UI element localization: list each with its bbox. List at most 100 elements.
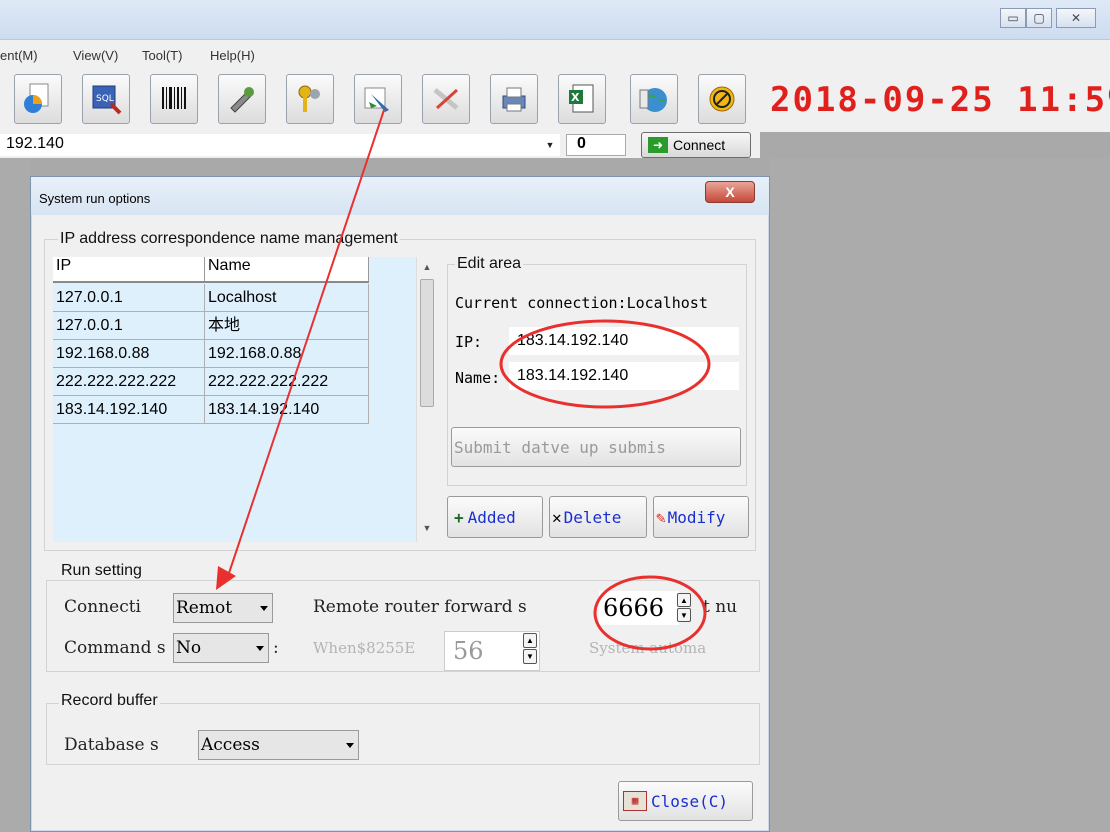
- scroll-down-icon[interactable]: ▼: [420, 521, 434, 535]
- svg-text:SQL: SQL: [96, 94, 114, 104]
- pie-chart-button[interactable]: [14, 74, 62, 124]
- chevron-down-icon: [260, 606, 268, 611]
- globe-icon: [639, 88, 667, 112]
- arrow-right-icon: ➜: [648, 137, 668, 153]
- submit-button[interactable]: Submit datve up submis: [451, 427, 741, 467]
- table-cell[interactable]: 183.14.192.140: [205, 396, 369, 424]
- pen-edit-icon: [364, 87, 389, 112]
- remote-port-input[interactable]: 6666: [599, 591, 679, 625]
- record-buffer-label: Record buffer: [59, 692, 160, 710]
- datetime-display: 2018-09-25 11:59:: [770, 80, 1110, 120]
- table-cell[interactable]: 222.222.222.222: [205, 368, 369, 396]
- modify-button[interactable]: ✎ Modify: [653, 496, 749, 538]
- when-label: When$8255E: [313, 639, 416, 657]
- x-icon: ✕: [552, 507, 562, 527]
- table-cell[interactable]: 222.222.222.222: [53, 368, 205, 396]
- spin-up-icon[interactable]: ▲: [677, 593, 691, 607]
- excel-button[interactable]: X: [558, 74, 606, 124]
- column-header-ip[interactable]: IP: [53, 257, 205, 283]
- tools-button[interactable]: [218, 74, 266, 124]
- pen-edit-button[interactable]: [354, 74, 402, 124]
- port-spinner[interactable]: ▲ ▼: [677, 593, 693, 623]
- cross-tools-button[interactable]: [422, 74, 470, 124]
- chevron-down-icon: [256, 646, 264, 651]
- edit-name-input[interactable]: 183.14.192.140: [509, 362, 739, 390]
- menu-bar: ent(M) View(V) Tool(T) Help(H): [0, 40, 1110, 66]
- dialog-close-button[interactable]: X: [705, 181, 755, 203]
- table-cell[interactable]: 192.168.0.88: [53, 340, 205, 368]
- system-auto-label: System automa: [589, 639, 707, 657]
- edit-area-label: Edit area: [455, 255, 524, 273]
- current-connection-text: Current connection:Localhost: [455, 294, 708, 312]
- menu-item-help[interactable]: Help(H): [210, 48, 255, 63]
- port-suffix-label: t nu: [703, 597, 738, 617]
- modify-label: Modify: [667, 507, 726, 527]
- added-button[interactable]: + Added: [447, 496, 543, 538]
- workspace-area: [770, 158, 1110, 832]
- scroll-up-icon[interactable]: ▲: [420, 260, 434, 274]
- close-label: Close(C): [651, 791, 729, 811]
- table-cell[interactable]: 183.14.192.140: [53, 396, 205, 424]
- spin-up-icon[interactable]: ▲: [523, 633, 537, 648]
- keys-button[interactable]: [286, 74, 334, 124]
- remote-forward-label: Remote router forward s: [313, 597, 527, 617]
- chevron-down-icon: [346, 743, 354, 748]
- database-value: Access: [201, 735, 260, 755]
- barcode-button[interactable]: [150, 74, 198, 124]
- svg-text:X: X: [571, 91, 580, 104]
- connect-label: Connect: [673, 137, 726, 153]
- name-label: Name:: [455, 369, 501, 387]
- table-cell[interactable]: 127.0.0.1: [53, 284, 205, 312]
- plus-icon: +: [454, 507, 464, 527]
- port-input[interactable]: 0: [566, 134, 626, 156]
- spin-down-icon[interactable]: ▼: [523, 649, 537, 664]
- run-setting-label: Run setting: [59, 562, 144, 580]
- sql-search-button[interactable]: SQL: [82, 74, 130, 124]
- command-label: Command s: [64, 638, 166, 658]
- printer-icon: [502, 87, 526, 112]
- added-label: Added: [467, 507, 516, 527]
- close-window-button[interactable]: ✕: [1056, 8, 1096, 28]
- table-scrollbar[interactable]: ▲ ▼: [416, 257, 436, 542]
- when-spinner[interactable]: ▲ ▼: [523, 633, 539, 665]
- table-cell[interactable]: 192.168.0.88: [205, 340, 369, 368]
- database-combo[interactable]: Access: [198, 730, 359, 760]
- delete-button[interactable]: ✕ Delete: [549, 496, 647, 538]
- connection-combo[interactable]: Remot: [173, 593, 273, 623]
- barcode-icon: [162, 87, 186, 109]
- cross-tools-icon: [433, 88, 459, 110]
- pencil-icon: ✎: [656, 507, 666, 527]
- globe-button[interactable]: [630, 74, 678, 124]
- edit-ip-input[interactable]: 183.14.192.140: [509, 327, 739, 355]
- table-cell[interactable]: 本地: [205, 312, 369, 340]
- menu-item-ent[interactable]: ent(M): [0, 48, 38, 63]
- spin-down-icon[interactable]: ▼: [677, 608, 691, 622]
- connect-button[interactable]: ➜ Connect: [641, 132, 751, 158]
- window-titlebar: [0, 0, 1110, 40]
- exit-button[interactable]: [698, 74, 746, 124]
- background-area: [0, 158, 30, 832]
- minimize-button[interactable]: ▭: [1000, 8, 1026, 28]
- excel-icon: X: [569, 84, 594, 113]
- system-run-options-dialog: System run options X IP address correspo…: [30, 176, 770, 832]
- table-cell[interactable]: 127.0.0.1: [53, 312, 205, 340]
- ip-address-input[interactable]: 192.140: [0, 134, 560, 156]
- table-cell[interactable]: Localhost: [205, 284, 369, 312]
- maximize-button[interactable]: ▢: [1026, 8, 1052, 28]
- column-header-name[interactable]: Name: [205, 257, 369, 283]
- delete-label: Delete: [563, 507, 622, 527]
- pie-chart-icon: [24, 83, 49, 113]
- exit-icon: [709, 86, 735, 112]
- menu-item-tool[interactable]: Tool(T): [142, 48, 182, 63]
- printer-button[interactable]: [490, 74, 538, 124]
- scroll-thumb[interactable]: [420, 279, 434, 407]
- close-button[interactable]: ▦ Close(C): [618, 781, 753, 821]
- menu-item-view[interactable]: View(V): [73, 48, 118, 63]
- ip-dropdown-arrow[interactable]: ▼: [540, 134, 560, 156]
- command-combo[interactable]: No: [173, 633, 269, 663]
- database-label: Database s: [64, 735, 159, 755]
- sql-search-icon: SQL: [92, 85, 122, 115]
- connection-label: Connecti: [64, 597, 141, 617]
- keys-icon: [298, 85, 320, 112]
- record-buffer-group: [46, 703, 760, 765]
